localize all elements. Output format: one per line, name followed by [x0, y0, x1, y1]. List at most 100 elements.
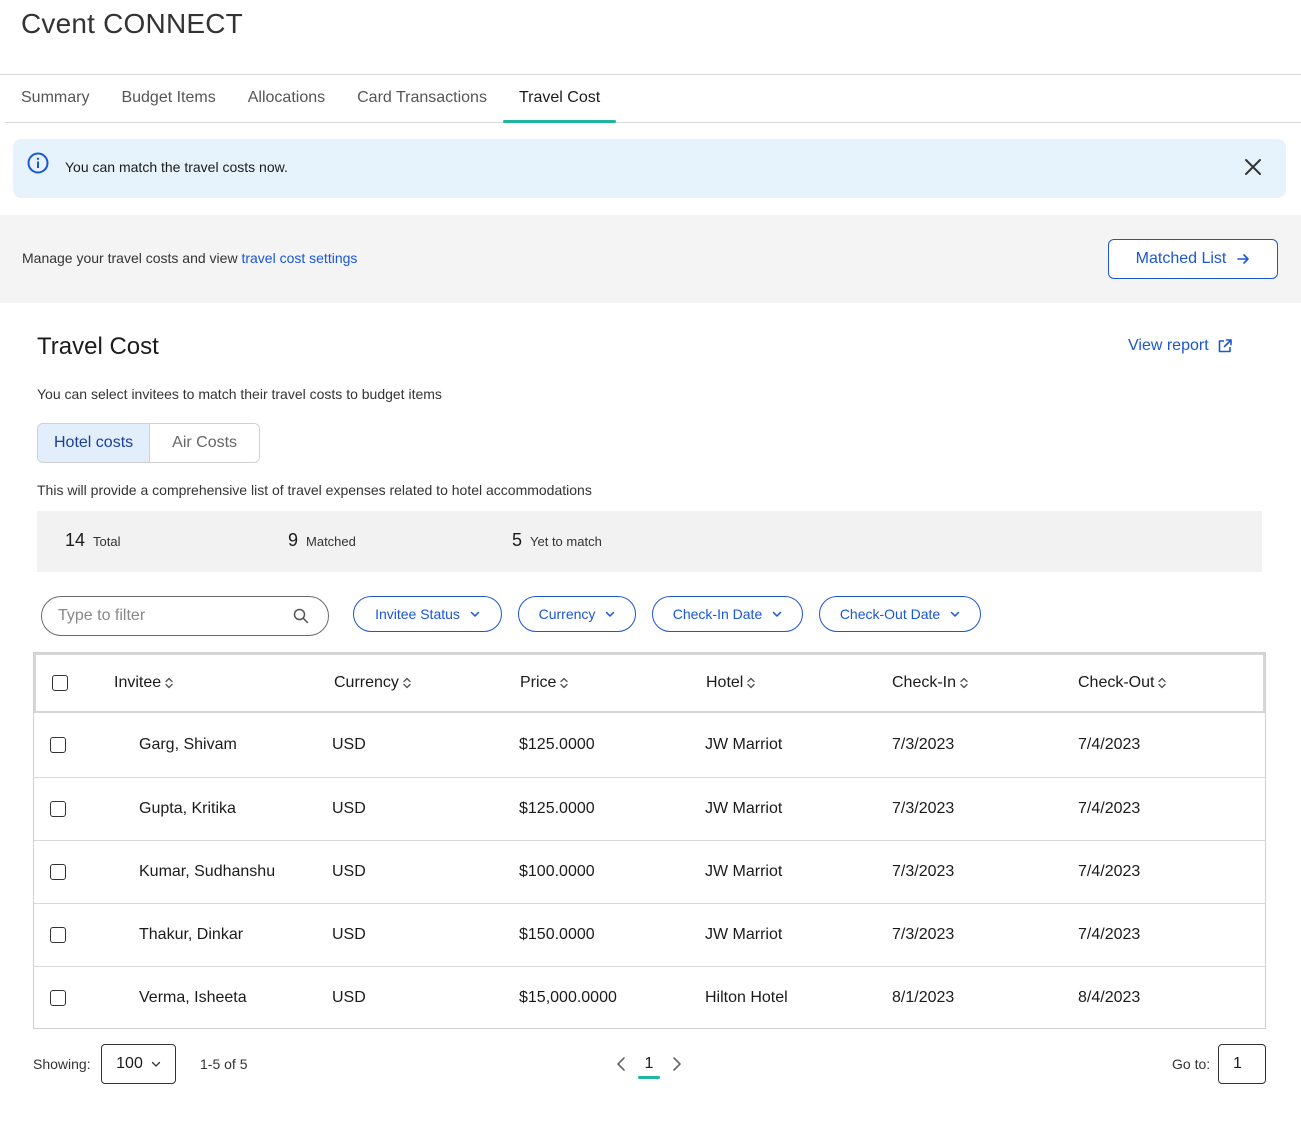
alert-message: You can match the travel costs now. — [65, 159, 288, 175]
manage-text: Manage your travel costs and view travel… — [22, 250, 357, 266]
chevron-down-icon — [606, 611, 615, 617]
row-checkbox[interactable] — [50, 864, 66, 880]
tab-bar: Summary Budget Items Allocations Card Tr… — [5, 75, 1301, 123]
stat-matched-value: 9 — [288, 530, 299, 550]
select-all-checkbox[interactable] — [52, 675, 68, 691]
stat-total-value: 14 — [65, 530, 86, 550]
stat-total-label: Total — [93, 534, 121, 549]
matched-list-button[interactable]: Matched List — [1108, 239, 1278, 279]
chevron-down-icon — [772, 611, 782, 617]
page-number[interactable]: 1 — [638, 1055, 660, 1079]
table-row: Garg, Shivam USD $125.0000 JW Marriot 7/… — [34, 714, 1265, 777]
cell-currency: USD — [332, 989, 366, 1006]
check-in-date-filter[interactable]: Check-In Date — [652, 596, 803, 632]
cell-check-out: 7/4/2023 — [1078, 863, 1141, 880]
column-header-check-out[interactable]: Check-Out — [1078, 674, 1167, 692]
cell-check-out: 7/4/2023 — [1078, 926, 1141, 943]
manage-bar: Manage your travel costs and view travel… — [0, 215, 1301, 303]
cell-check-in: 7/3/2023 — [892, 736, 955, 753]
hotel-costs-toggle[interactable]: Hotel costs — [38, 424, 151, 462]
chevron-down-icon — [470, 611, 480, 617]
cell-invitee: Thakur, Dinkar — [139, 926, 244, 943]
cell-hotel: JW Marriot — [705, 800, 783, 817]
row-checkbox[interactable] — [50, 801, 66, 817]
column-header-label: Invitee — [114, 674, 162, 691]
column-header-label: Price — [520, 674, 557, 691]
sort-icon — [165, 677, 173, 689]
sort-icon — [403, 677, 411, 689]
travel-cost-table: Invitee Currency Price Hotel Check-In Ch… — [33, 652, 1266, 1029]
chevron-right-icon[interactable] — [670, 1056, 684, 1072]
tab-summary[interactable]: Summary — [5, 75, 105, 122]
cell-price: $125.0000 — [519, 800, 595, 817]
travel-cost-settings-link[interactable]: travel cost settings — [241, 250, 357, 266]
invitee-status-filter[interactable]: Invitee Status — [353, 596, 502, 632]
tab-card-transactions[interactable]: Card Transactions — [341, 75, 503, 122]
column-header-hotel[interactable]: Hotel — [706, 674, 756, 692]
sort-icon — [960, 677, 968, 689]
column-header-price[interactable]: Price — [520, 674, 569, 692]
row-checkbox[interactable] — [50, 927, 66, 943]
cell-invitee: Kumar, Sudhanshu — [139, 863, 276, 880]
tab-allocations[interactable]: Allocations — [232, 75, 341, 122]
row-checkbox[interactable] — [50, 990, 66, 1006]
external-link-icon — [1218, 339, 1232, 353]
cell-price: $15,000.0000 — [519, 989, 617, 1006]
info-alert: You can match the travel costs now. — [13, 139, 1286, 198]
arrow-right-icon — [1237, 254, 1250, 264]
check-out-date-filter-label: Check-Out Date — [839, 606, 941, 622]
row-checkbox[interactable] — [50, 737, 66, 753]
cell-check-in: 7/3/2023 — [892, 926, 955, 943]
air-costs-toggle[interactable]: Air Costs — [150, 424, 260, 462]
check-out-date-filter[interactable]: Check-Out Date — [819, 596, 981, 632]
cell-hotel: JW Marriot — [705, 736, 783, 753]
showing-label: Showing: — [33, 1056, 91, 1072]
cell-currency: USD — [332, 736, 366, 753]
cost-type-toggle: Hotel costs Air Costs — [37, 423, 261, 463]
section-title: Travel Cost — [37, 333, 159, 360]
invitee-status-filter-label: Invitee Status — [375, 606, 460, 622]
cell-hotel: JW Marriot — [705, 863, 783, 880]
column-header-currency[interactable]: Currency — [334, 674, 411, 692]
chevron-down-icon — [950, 611, 960, 617]
cell-check-in: 8/1/2023 — [892, 989, 955, 1006]
column-header-label: Hotel — [706, 674, 744, 691]
stat-matched-label: Matched — [306, 534, 356, 549]
range-text: 1-5 of 5 — [200, 1056, 248, 1072]
tab-travel-cost[interactable]: Travel Cost — [502, 75, 617, 123]
stat-yet-to-match: 5 Yet to match — [512, 530, 602, 551]
close-icon[interactable] — [1242, 156, 1264, 178]
cell-check-out: 8/4/2023 — [1078, 989, 1141, 1006]
column-header-invitee[interactable]: Invitee — [114, 674, 173, 692]
cell-price: $125.0000 — [519, 736, 595, 753]
chevron-down-icon — [151, 1061, 160, 1067]
cell-price: $100.0000 — [519, 863, 595, 880]
column-header-check-in[interactable]: Check-In — [892, 674, 968, 692]
stats-bar: 14 Total 9 Matched 5 Yet to match — [37, 511, 1262, 572]
goto-page-input[interactable] — [1218, 1044, 1266, 1084]
view-report-link[interactable]: View report — [1128, 337, 1233, 355]
stat-yet-to-match-label: Yet to match — [530, 534, 602, 549]
stat-total: 14 Total — [65, 530, 121, 551]
sort-icon — [560, 677, 569, 689]
chevron-left-icon[interactable] — [614, 1056, 628, 1072]
column-header-label: Check-Out — [1078, 674, 1155, 691]
cell-currency: USD — [332, 863, 366, 880]
cell-hotel: Hilton Hotel — [705, 989, 788, 1006]
goto-label: Go to: — [1172, 1056, 1211, 1072]
toggle-description: This will provide a comprehensive list o… — [37, 482, 592, 498]
page-size-value: 100 — [116, 1055, 143, 1072]
cell-hotel: JW Marriot — [705, 926, 783, 943]
table-row: Thakur, Dinkar USD $150.0000 JW Marriot … — [34, 903, 1265, 966]
search-input[interactable] — [41, 596, 329, 636]
cell-invitee: Garg, Shivam — [139, 736, 237, 753]
sort-icon — [1158, 677, 1167, 689]
page-size-select[interactable]: 100 — [101, 1044, 176, 1084]
tab-budget-items[interactable]: Budget Items — [105, 75, 231, 122]
check-in-date-filter-label: Check-In Date — [672, 606, 763, 622]
currency-filter[interactable]: Currency — [518, 596, 636, 632]
view-report-label: View report — [1128, 337, 1209, 354]
stat-matched: 9 Matched — [288, 530, 356, 551]
cell-currency: USD — [332, 800, 366, 817]
table-row: Kumar, Sudhanshu USD $100.0000 JW Marrio… — [34, 840, 1265, 903]
